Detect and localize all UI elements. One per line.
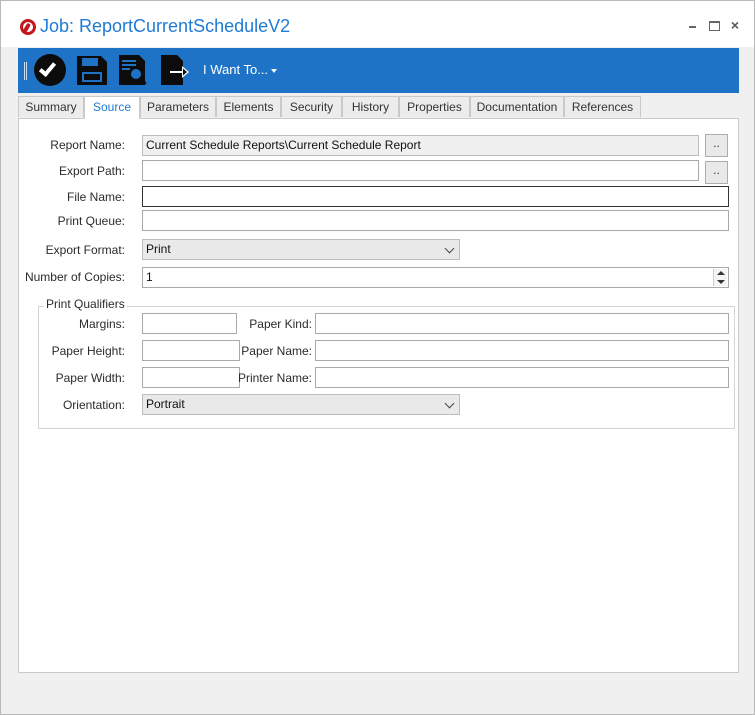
- checkmark-circle-icon[interactable]: [33, 52, 69, 88]
- export-format-value: Print: [146, 242, 171, 256]
- paper-width-label: Paper Width:: [55, 371, 125, 385]
- toolbar-grip[interactable]: [24, 62, 27, 80]
- tab-parameters[interactable]: Parameters: [140, 96, 216, 117]
- print-qualifiers-title: Print Qualifiers: [44, 297, 127, 311]
- save-disk-icon[interactable]: [74, 52, 110, 88]
- toolbar: I Want To...: [18, 48, 739, 93]
- number-of-copies-label: Number of Copies:: [24, 270, 125, 284]
- export-document-icon[interactable]: [156, 52, 192, 88]
- report-preview-icon[interactable]: [115, 52, 151, 88]
- paper-width-field[interactable]: [142, 367, 240, 388]
- paper-name-field[interactable]: [315, 340, 729, 361]
- report-name-field[interactable]: Current Schedule Reports\Current Schedul…: [142, 135, 699, 156]
- report-name-label: Report Name:: [50, 138, 125, 152]
- number-of-copies-value: 1: [146, 270, 153, 284]
- export-path-label: Export Path:: [58, 164, 125, 178]
- chevron-down-icon: [444, 398, 455, 409]
- maximize-icon[interactable]: [707, 18, 721, 32]
- chevron-down-icon: [444, 243, 455, 254]
- file-name-field[interactable]: [142, 186, 729, 207]
- number-of-copies-stepper[interactable]: 1: [142, 267, 729, 288]
- printer-name-label: Printer Name:: [237, 371, 312, 385]
- paper-name-label: Paper Name:: [241, 344, 312, 358]
- close-icon[interactable]: ×: [728, 18, 742, 32]
- export-format-select[interactable]: Print: [142, 239, 460, 260]
- app-logo-icon: [20, 19, 36, 35]
- i-want-to-menu[interactable]: I Want To...: [203, 62, 278, 77]
- spin-down-icon[interactable]: [717, 280, 725, 284]
- tab-source[interactable]: Source: [84, 96, 140, 119]
- minimize-icon[interactable]: [686, 18, 700, 32]
- export-format-label: Export Format:: [45, 243, 125, 257]
- export-path-browse-button[interactable]: ..: [705, 161, 728, 184]
- tab-elements[interactable]: Elements: [216, 96, 281, 117]
- window-title: Job: ReportCurrentScheduleV2: [40, 16, 291, 36]
- margins-field[interactable]: [142, 313, 237, 334]
- caret-down-icon: [271, 68, 278, 73]
- export-path-field[interactable]: [142, 160, 699, 181]
- spin-up-icon[interactable]: [717, 271, 725, 275]
- print-queue-label: Print Queue:: [57, 214, 125, 228]
- tab-history[interactable]: History: [342, 96, 399, 117]
- orientation-value: Portrait: [146, 397, 185, 411]
- tab-documentation[interactable]: Documentation: [470, 96, 564, 117]
- margins-label: Margins:: [78, 317, 125, 331]
- file-name-label: File Name:: [66, 190, 125, 204]
- paper-kind-label: Paper Kind:: [249, 317, 312, 331]
- paper-height-label: Paper Height:: [51, 344, 125, 358]
- paper-kind-field[interactable]: [315, 313, 729, 334]
- job-window: Job: ReportCurrentScheduleV2 × I Want To…: [0, 0, 755, 715]
- orientation-label: Orientation:: [62, 398, 125, 412]
- i-want-to-label: I Want To...: [203, 62, 269, 77]
- tab-properties[interactable]: Properties: [399, 96, 470, 117]
- tab-references[interactable]: References: [564, 96, 641, 117]
- tab-summary[interactable]: Summary: [18, 96, 84, 117]
- source-panel: Report Name: Current Schedule Reports\Cu…: [18, 118, 739, 673]
- printer-name-field[interactable]: [315, 367, 729, 388]
- title-bar: Job: ReportCurrentScheduleV2 ×: [1, 1, 754, 47]
- spin-buttons[interactable]: [713, 269, 727, 286]
- print-queue-field[interactable]: [142, 210, 729, 231]
- orientation-select[interactable]: Portrait: [142, 394, 460, 415]
- tab-security[interactable]: Security: [281, 96, 342, 117]
- paper-height-field[interactable]: [142, 340, 240, 361]
- report-name-browse-button[interactable]: ..: [705, 134, 728, 157]
